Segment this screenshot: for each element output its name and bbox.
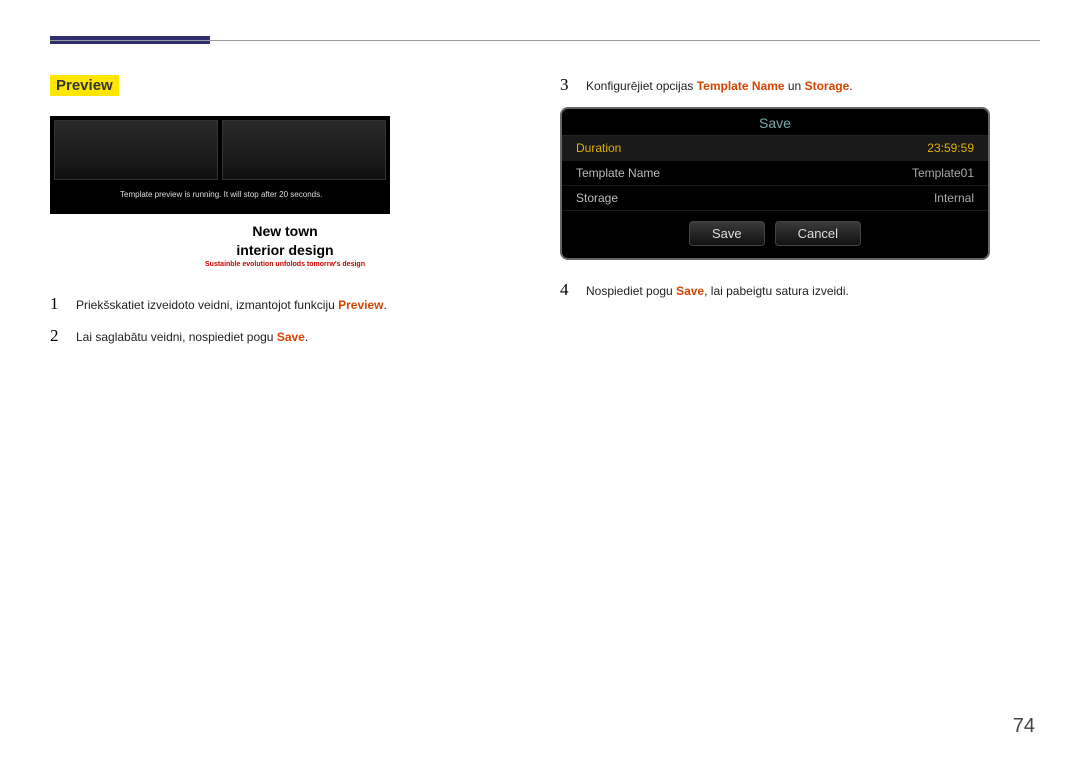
preview-running-message: Template preview is running. It will sto… — [50, 184, 390, 204]
step: 4 Nospiediet pogu Save, lai pabeigtu satu… — [560, 280, 1030, 300]
preview-subtitle: Sustainble evolution unfolods tomorrw's … — [50, 261, 520, 268]
steps-left: 1 Priekšskatiet izveidoto veidni, izmanto… — [50, 294, 520, 346]
step-number: 2 — [50, 326, 64, 346]
step: 3 Konfigurējiet opcijas Template Name un … — [560, 75, 1030, 95]
preview-title-line1: New town — [252, 223, 317, 239]
dialog-rows: Duration 23:59:59 Template Name Template01 S… — [562, 136, 988, 211]
highlight: Save — [277, 330, 305, 344]
dialog-row[interactable]: Duration 23:59:59 — [562, 136, 988, 161]
dialog-row-label: Template Name — [576, 166, 660, 180]
dialog-row-value: Template01 — [912, 166, 974, 180]
highlight: Save — [676, 284, 704, 298]
dialog-row[interactable]: Storage Internal — [562, 186, 988, 211]
step-number: 1 — [50, 294, 64, 314]
dialog-buttons: Save Cancel — [562, 211, 988, 258]
step-text: Konfigurējiet opcijas Template Name un S… — [586, 79, 853, 93]
dialog-row-label: Storage — [576, 191, 618, 205]
steps-right-bottom: 4 Nospiediet pogu Save, lai pabeigtu satu… — [560, 280, 1030, 300]
step-text: Lai saglabātu veidni, nospiediet pogu Sa… — [76, 330, 308, 344]
preview-panels — [50, 116, 390, 184]
highlight: Preview — [338, 298, 383, 312]
preview-panel-left — [54, 120, 218, 180]
steps-right-top: 3 Konfigurējiet opcijas Template Name un … — [560, 75, 1030, 95]
preview-thumbnail: Template preview is running. It will sto… — [50, 116, 390, 214]
preview-panel-right — [222, 120, 386, 180]
dialog-title: Save — [562, 109, 988, 136]
preview-title-line2: interior design — [236, 242, 333, 258]
step-number: 3 — [560, 75, 574, 95]
step-text: Nospiediet pogu Save, lai pabeigtu satur… — [586, 284, 849, 298]
dialog-row-label: Duration — [576, 141, 621, 155]
highlight: Storage — [805, 79, 850, 93]
page-number: 74 — [1013, 715, 1035, 738]
cancel-button[interactable]: Cancel — [775, 221, 861, 246]
dialog-row-value: 23:59:59 — [927, 141, 974, 155]
dialog-row[interactable]: Template Name Template01 — [562, 161, 988, 186]
section-title: Preview — [50, 75, 119, 96]
highlight: Template Name — [697, 79, 785, 93]
right-column: 3 Konfigurējiet opcijas Template Name un … — [560, 75, 1030, 358]
save-dialog: Save Duration23:59:59Template NameTempla… — [560, 107, 990, 260]
preview-title: New town interior design — [50, 222, 520, 258]
step: 2 Lai saglabātu veidni, nospiediet pogu S… — [50, 326, 520, 346]
dialog-row-value: Internal — [934, 191, 974, 205]
left-column: Preview Template preview is running. It … — [50, 75, 520, 358]
content: Preview Template preview is running. It … — [50, 75, 1030, 358]
step: 1 Priekšskatiet izveidoto veidni, izmanto… — [50, 294, 520, 314]
step-number: 4 — [560, 280, 574, 300]
header-divider — [50, 40, 1040, 41]
save-button[interactable]: Save — [689, 221, 765, 246]
step-text: Priekšskatiet izveidoto veidni, izmantoj… — [76, 298, 387, 312]
